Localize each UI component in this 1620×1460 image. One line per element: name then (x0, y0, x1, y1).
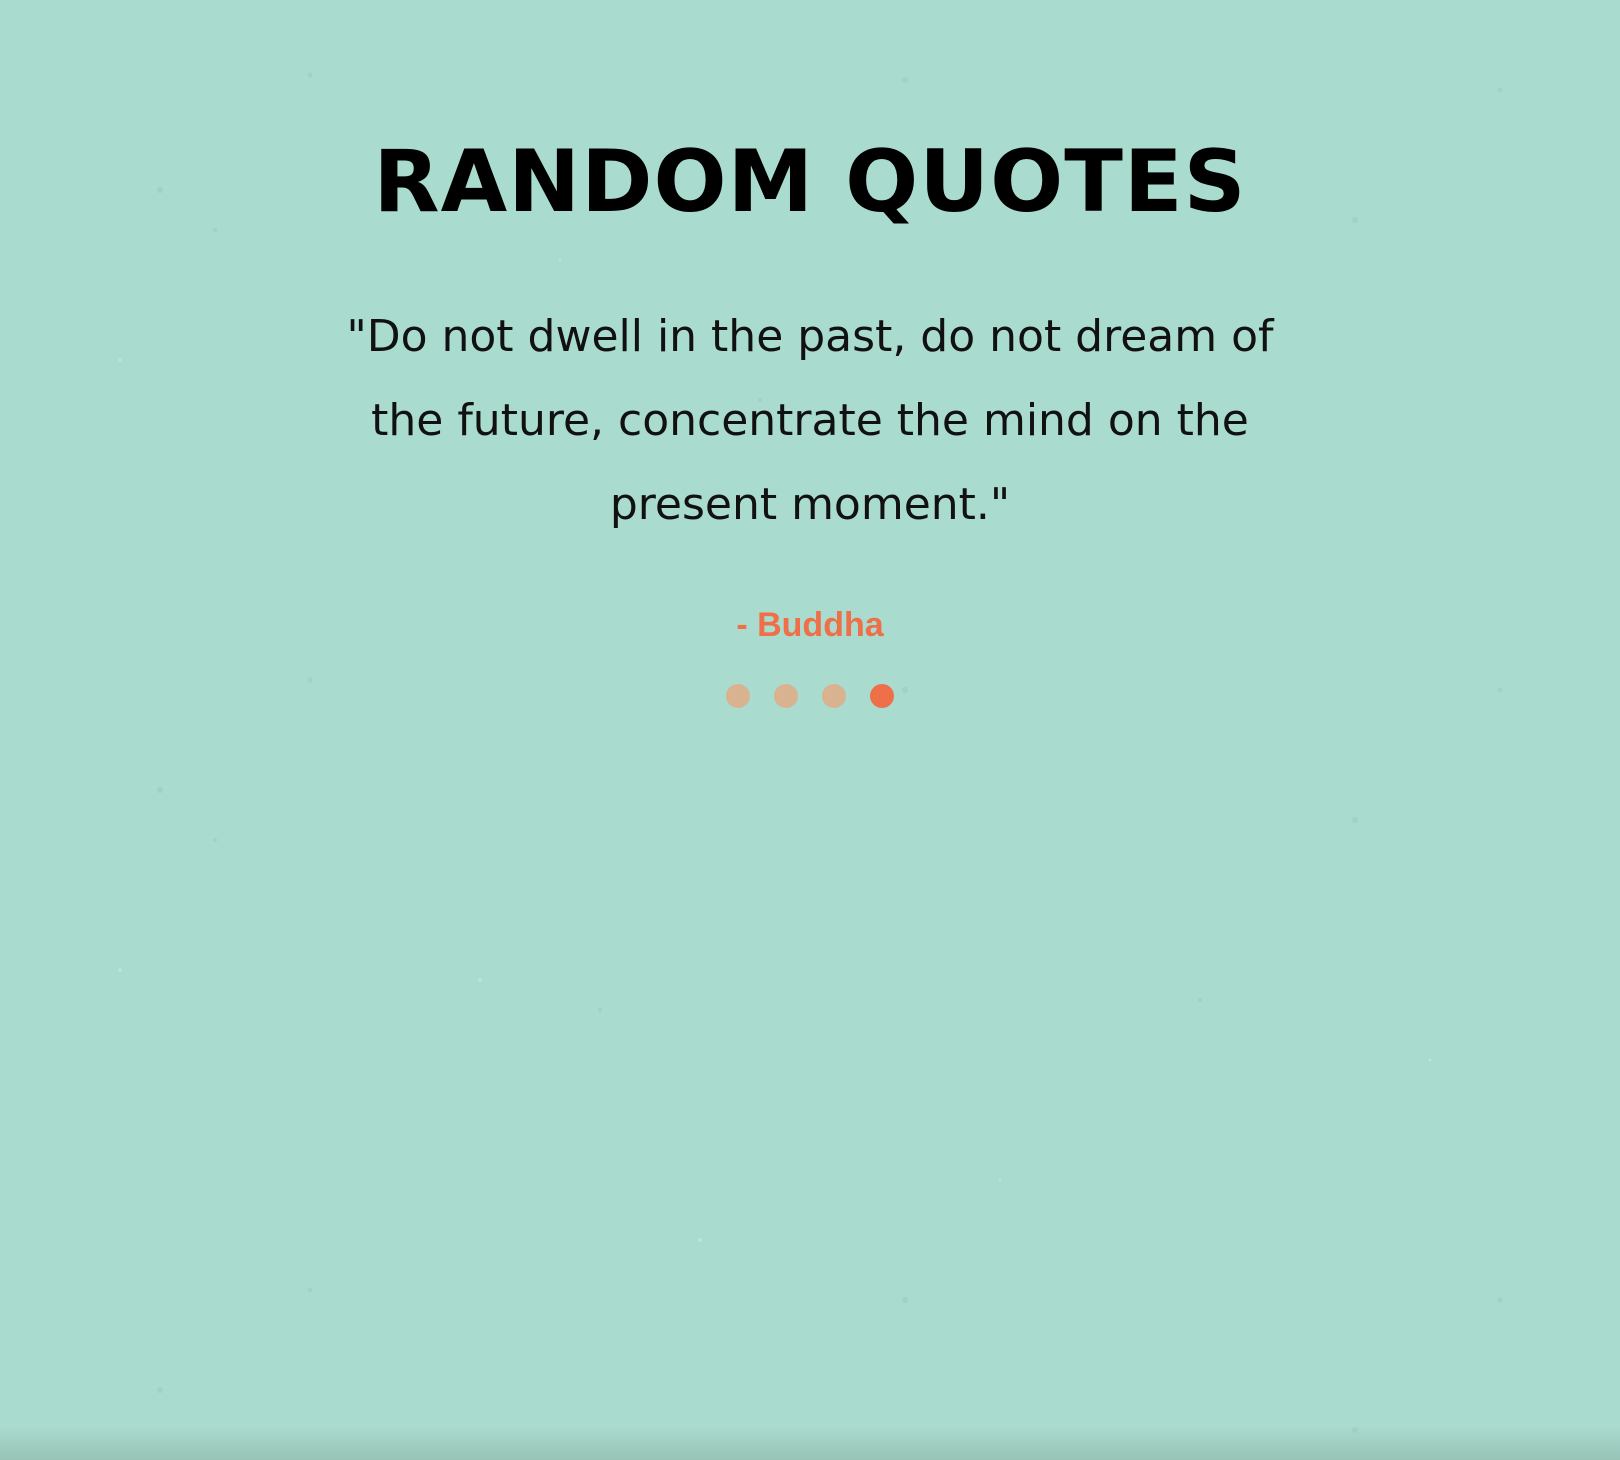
quote-author: - Buddha (736, 606, 884, 644)
quote-text: "Do not dwell in the past, do not dream … (346, 311, 1274, 530)
pagination-dot-4[interactable] (870, 684, 894, 708)
pagination-dot-3[interactable] (822, 684, 846, 708)
pagination-dot-1[interactable] (726, 684, 750, 708)
bottom-shadow (0, 1426, 1620, 1460)
pagination-dot-2[interactable] (774, 684, 798, 708)
page-title: RANDOM QUOTES (373, 132, 1247, 232)
quote-pagination (0, 684, 1620, 708)
